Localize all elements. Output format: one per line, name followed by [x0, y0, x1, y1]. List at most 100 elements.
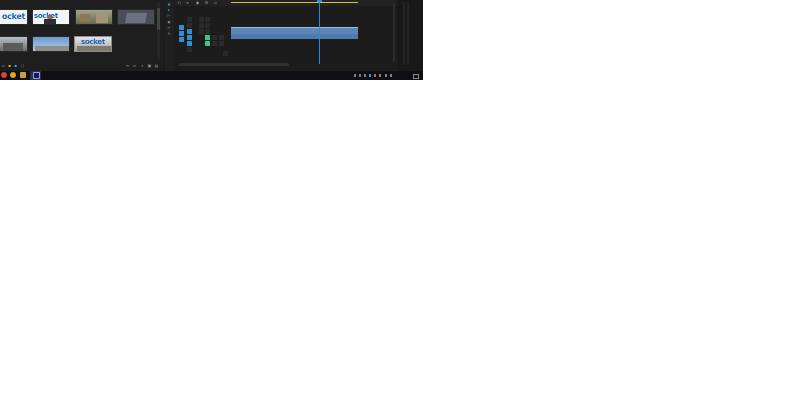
media-name: [0, 53, 28, 56]
media-name: [32, 53, 70, 56]
track-target-v2[interactable]: [187, 23, 192, 28]
person-body-shape: [44, 19, 56, 24]
taskbar: [0, 71, 423, 80]
media-thumbnail-selected[interactable]: socket: [74, 36, 112, 58]
notifications-icon[interactable]: [413, 74, 419, 79]
tools-panel: ▲ ▸ ⊢ ◆ ↔ ✎: [165, 0, 174, 71]
meter-tick: -: [416, 32, 417, 34]
scene-shape: [35, 46, 69, 51]
work-area-bar[interactable]: [231, 2, 358, 3]
solo-toggle[interactable]: [205, 41, 210, 46]
master-track-toggle[interactable]: [223, 51, 228, 56]
media-name: [74, 53, 112, 56]
ripple-edit-icon[interactable]: ⊢: [166, 14, 172, 18]
playhead[interactable]: [319, 0, 320, 64]
meter-tick: -: [416, 44, 417, 46]
premiere-pro-icon: [33, 72, 40, 79]
project-toolbar: ▫ ▪ ▪ ○ ≡ ▭ ⌕ ▣ ▤: [0, 62, 163, 70]
timeline-panel: ∩ ∞ ◆ ⚙ ▫: [175, 0, 397, 71]
new-bin-icon[interactable]: ▣: [147, 63, 152, 68]
track-target-v3[interactable]: [187, 17, 192, 22]
zoom-slider-icon[interactable]: ○: [20, 63, 25, 68]
meter-right-channel: [407, 2, 409, 65]
scene-shape: [125, 13, 147, 23]
keyboard-icon[interactable]: [390, 74, 392, 77]
taskbar-item-premiere-active[interactable]: [30, 71, 41, 80]
audio-meters: - - - - -: [398, 0, 423, 71]
toggle-output-icon[interactable]: [199, 23, 204, 28]
start-menu-icon[interactable]: [1, 72, 7, 78]
logo-text: socket: [81, 38, 105, 46]
lock-icon[interactable]: ▫: [1, 63, 6, 68]
file-explorer-icon[interactable]: [20, 72, 26, 78]
track-target-a2[interactable]: [187, 41, 192, 46]
toggle-output-icon[interactable]: [205, 17, 210, 22]
mute-toggle[interactable]: [205, 35, 210, 40]
media-name: [32, 26, 70, 29]
toggle-output-icon[interactable]: [205, 29, 210, 34]
linked-selection-icon[interactable]: ∞: [185, 0, 190, 5]
media-name: [117, 26, 155, 29]
tray-app-icon[interactable]: [359, 74, 361, 77]
network-icon[interactable]: [374, 74, 376, 77]
slip-tool-icon[interactable]: ↔: [166, 26, 172, 30]
meter-tick: -: [416, 8, 417, 10]
source-patch-v1[interactable]: [179, 25, 184, 30]
media-name: [0, 26, 28, 29]
media-thumbnail[interactable]: ocket: [0, 9, 28, 31]
timeline-vertical-scrollbar[interactable]: [393, 4, 395, 62]
razor-tool-icon[interactable]: ◆: [166, 20, 172, 24]
icon-view-icon[interactable]: ▪: [13, 63, 18, 68]
record-toggle[interactable]: [212, 41, 217, 46]
video-clip[interactable]: [231, 27, 358, 34]
track-target-v1[interactable]: [187, 29, 192, 34]
automate-icon[interactable]: ▭: [132, 63, 137, 68]
logo-text: ocket: [2, 12, 26, 21]
record-toggle[interactable]: [212, 35, 217, 40]
media-thumbnail[interactable]: [32, 36, 70, 58]
voiceover-mic-icon[interactable]: [219, 41, 224, 46]
media-thumbnail[interactable]: [0, 36, 28, 58]
meter-tick: -: [416, 20, 417, 22]
chrome-icon[interactable]: [10, 72, 16, 78]
tray-dropbox-icon[interactable]: [369, 74, 371, 77]
timeline-horizontal-scrollbar[interactable]: [179, 63, 289, 66]
list-view-icon[interactable]: ▪: [7, 63, 12, 68]
tray-app-icon[interactable]: [364, 74, 366, 77]
meter-tick: -: [416, 56, 417, 58]
audio-clip[interactable]: [231, 34, 358, 39]
track-target-a1[interactable]: [187, 35, 192, 40]
track-target-a3[interactable]: [187, 47, 192, 52]
pen-tool-icon[interactable]: ✎: [166, 32, 172, 36]
snap-icon[interactable]: ∩: [177, 0, 182, 5]
meter-left-channel: [403, 2, 405, 65]
tray-chevron-icon[interactable]: [354, 74, 356, 77]
project-scrollbar[interactable]: [157, 2, 160, 60]
toggle-output-icon[interactable]: [199, 17, 204, 22]
battery-icon[interactable]: [385, 74, 387, 77]
media-thumbnail[interactable]: [117, 9, 155, 31]
video-editor-window: ocket socket socket ▫ ▪ ▪ ○ ≡ ▭ ⌕ ▣ ▤ ▲ …: [0, 0, 423, 80]
scene-shape: [3, 43, 23, 51]
source-patch-a2[interactable]: [179, 37, 184, 42]
sort-icon[interactable]: ≡: [125, 63, 130, 68]
scene-shape: [96, 13, 108, 23]
add-marker-icon[interactable]: ◆: [195, 0, 200, 5]
toggle-output-icon[interactable]: [205, 23, 210, 28]
media-thumbnail[interactable]: socket: [32, 9, 70, 31]
settings-icon[interactable]: ⚙: [204, 0, 209, 5]
track-select-icon[interactable]: ▸: [166, 8, 172, 12]
selection-tool-icon[interactable]: ▲: [166, 2, 172, 6]
search-icon[interactable]: ⌕: [140, 63, 145, 68]
volume-icon[interactable]: [379, 74, 381, 77]
toggle-output-icon[interactable]: [199, 29, 204, 34]
new-item-icon[interactable]: ▤: [154, 63, 159, 68]
scene-shape: [77, 46, 111, 51]
media-thumbnail[interactable]: [75, 9, 113, 31]
track-headers: [175, 14, 230, 56]
captions-icon[interactable]: ▫: [213, 0, 218, 5]
scrollbar-thumb[interactable]: [157, 8, 160, 30]
voiceover-mic-icon[interactable]: [219, 35, 224, 40]
track-area[interactable]: [231, 4, 397, 60]
source-patch-a1[interactable]: [179, 31, 184, 36]
